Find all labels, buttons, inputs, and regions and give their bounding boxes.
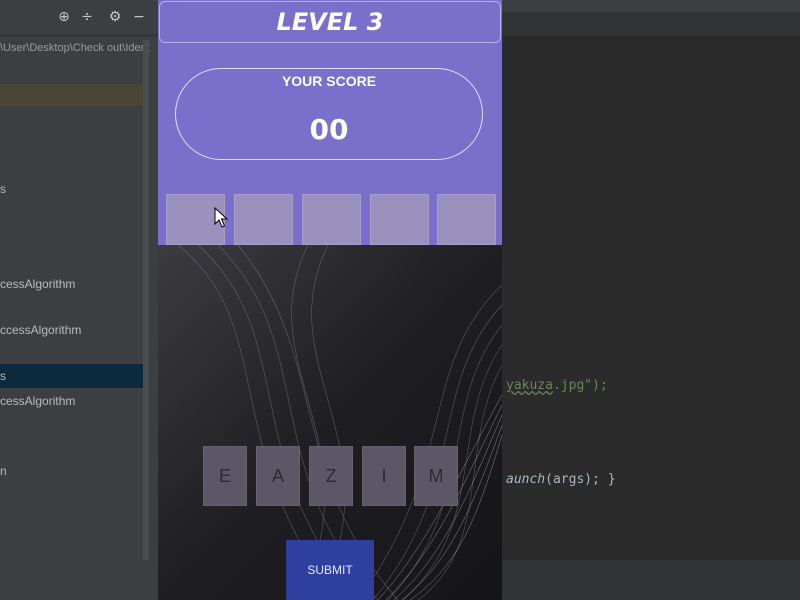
letter-tile[interactable]: A — [256, 446, 300, 506]
gear-icon[interactable]: ⚙ — [106, 8, 124, 26]
panel-scrollbar[interactable] — [143, 40, 149, 560]
letter-tile[interactable]: I — [362, 446, 406, 506]
target-icon[interactable]: ⊕ — [55, 8, 73, 26]
score-label: YOUR SCORE — [281, 73, 377, 89]
collapse-icon[interactable]: ÷ — [78, 8, 96, 26]
code-string: yakuza — [506, 378, 553, 393]
answer-slot[interactable] — [437, 194, 496, 245]
submit-button[interactable]: SUBMIT — [286, 540, 374, 600]
editor-bottom-bar — [502, 560, 800, 600]
answer-slot[interactable] — [302, 194, 361, 245]
letter-tile[interactable]: M — [414, 446, 458, 506]
ide-project-panel: ⊕ ÷ ⚙ − \User\Desktop\Check out\Identi s… — [0, 0, 158, 600]
minimize-icon[interactable]: − — [130, 8, 148, 26]
answer-slot[interactable] — [370, 194, 429, 245]
tree-highlight — [0, 84, 148, 106]
tree-item[interactable]: n — [0, 462, 148, 480]
code-args: (args); } — [545, 472, 616, 487]
project-path: \User\Desktop\Check out\Identi — [0, 42, 150, 54]
tree-item[interactable]: ccessAlgorithm — [0, 321, 148, 339]
score-panel: YOUR SCORE 00 — [175, 68, 483, 160]
code-line: yakuza.jpg"); — [506, 378, 608, 393]
tree-item[interactable]: cessAlgorithm — [0, 392, 148, 410]
letter-tile[interactable]: E — [203, 446, 247, 506]
tree-item[interactable]: s — [0, 367, 148, 385]
tree-item[interactable]: cessAlgorithm — [0, 275, 148, 293]
tree-item[interactable]: s — [0, 180, 148, 198]
code-line: aunch(args); } — [506, 472, 616, 487]
ide-code-editor[interactable]: yakuza.jpg"); aunch(args); } — [502, 0, 800, 600]
ide-panel-toolbar: ⊕ ÷ ⚙ − — [0, 0, 158, 36]
letter-tiles: E A Z I M — [158, 446, 502, 506]
answer-slot[interactable] — [234, 194, 293, 245]
level-title: LEVEL 3 — [159, 1, 501, 43]
letter-tile[interactable]: Z — [309, 446, 353, 506]
score-value: 00 — [309, 113, 349, 146]
answer-slots — [158, 194, 502, 245]
game-header-area: LEVEL 3 YOUR SCORE 00 — [158, 0, 502, 245]
editor-breadcrumb-bar — [502, 12, 800, 36]
word-game-window: LEVEL 3 YOUR SCORE 00 E A Z I M SUBMIT — [158, 0, 502, 600]
code-string-rest: .jpg"); — [552, 378, 608, 393]
mouse-cursor-icon — [214, 207, 228, 228]
code-method: aunch — [506, 472, 546, 487]
